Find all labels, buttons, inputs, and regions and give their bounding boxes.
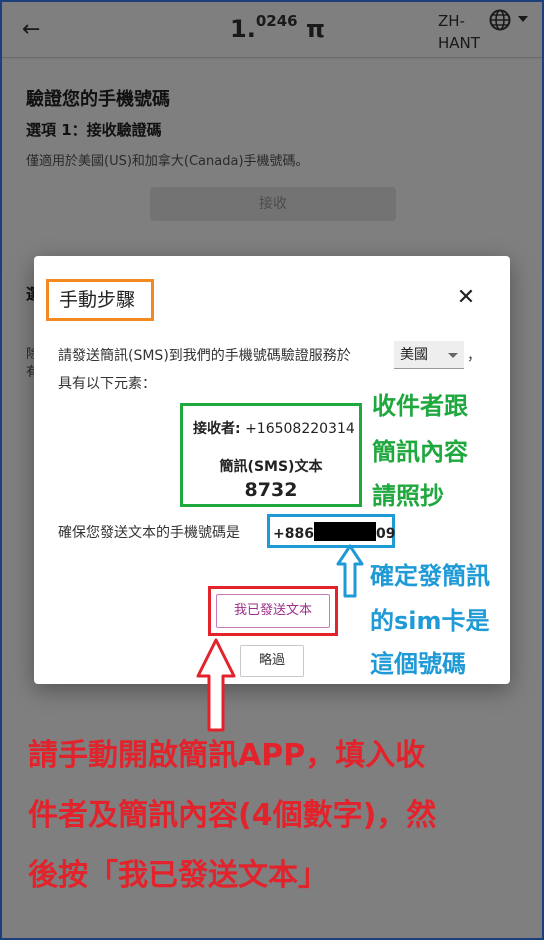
country-select-value: 美國 — [400, 347, 428, 363]
instruction-comma: ， — [467, 348, 481, 364]
i-have-sent-button[interactable]: 我已發送文本 — [216, 594, 330, 628]
phone-number-highlight: +886 09 — [267, 514, 395, 548]
confirm-number-text: 確保您發送文本的手機號碼是 — [58, 525, 240, 541]
close-icon[interactable]: ✕ — [454, 286, 478, 310]
sms-code: 8732 — [244, 479, 298, 501]
sms-details-highlight: 接收者: +16508220314 簡訊(SMS)文本 8732 — [180, 403, 362, 507]
red-annotation-line2: 件者及簡訊內容(4個數字)，然 — [28, 798, 437, 833]
sms-text-label: 簡訊(SMS)文本 — [219, 459, 323, 475]
chevron-down-icon — [448, 353, 458, 358]
redaction-mask — [313, 522, 376, 541]
phone-suffix: 09 — [375, 526, 396, 542]
recipient-row: 接收者: +16508220314 — [193, 418, 355, 438]
red-up-arrow-icon — [196, 638, 236, 732]
red-annotation-line1: 請手動開啟簡訊APP，填入收 — [28, 738, 426, 773]
skip-button[interactable]: 略過 — [240, 645, 304, 677]
green-annotation-line2: 簡訊內容 — [372, 438, 468, 466]
blue-annotation-line1: 確定發簡訊 — [370, 562, 490, 590]
phone-prefix: +886 — [273, 526, 314, 542]
red-annotation-line3: 後按「我已發送文本」 — [28, 858, 328, 893]
blue-up-arrow-icon — [336, 544, 364, 598]
dialog-title: 手動步驟 — [46, 279, 154, 321]
phone-number: +886 09 — [273, 522, 395, 542]
green-annotation-line3: 請照抄 — [372, 482, 444, 510]
recipient-label: 接收者: — [193, 421, 241, 437]
instruction-line1: 請發送簡訊(SMS)到我們的手機號碼驗證服務於 — [58, 348, 351, 364]
sent-button-highlight: 我已發送文本 — [208, 586, 338, 636]
recipient-number: +16508220314 — [245, 421, 355, 437]
instruction-line2: 具有以下元素： — [58, 376, 156, 392]
blue-annotation-line3: 這個號碼 — [370, 650, 466, 678]
green-annotation-line1: 收件者跟 — [372, 392, 468, 420]
country-select[interactable]: 美國 — [394, 341, 464, 369]
blue-annotation-line2: 的sim卡是 — [370, 607, 490, 635]
